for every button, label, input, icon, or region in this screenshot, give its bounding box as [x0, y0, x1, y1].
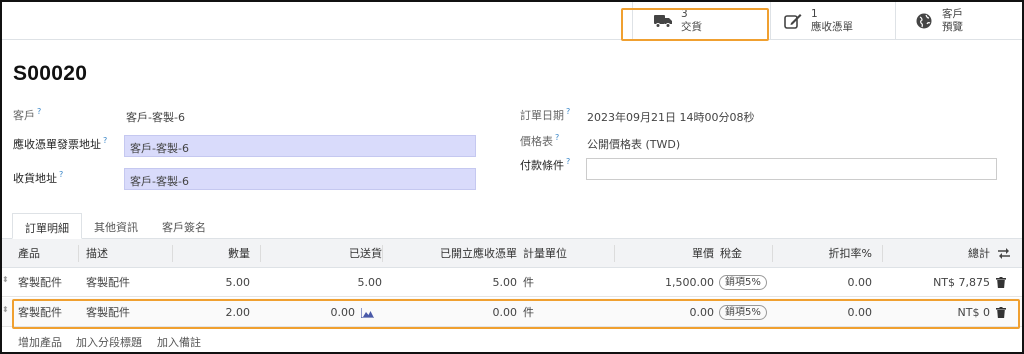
delivery-address-label: 收貨地址?: [13, 170, 64, 185]
col-discount[interactable]: 折扣率%: [772, 239, 872, 268]
tab-customer-signature[interactable]: 客戶簽名: [150, 213, 218, 239]
invoice-count: 1: [811, 8, 818, 20]
col-taxes[interactable]: 稅金: [720, 239, 742, 268]
help-icon[interactable]: ?: [566, 107, 570, 116]
row-uom[interactable]: 件: [523, 268, 534, 297]
invoice-address-label: 應收憑單發票地址?: [13, 136, 108, 151]
row-quantity[interactable]: 5.00: [172, 268, 251, 297]
payment-terms-field[interactable]: [586, 158, 997, 180]
col-description[interactable]: 描述: [86, 239, 108, 268]
tab-other-info[interactable]: 其他資訊: [82, 213, 150, 239]
help-icon[interactable]: ?: [59, 170, 63, 179]
globe-icon: [914, 11, 934, 31]
add-section-link[interactable]: 加入分段標題: [76, 334, 142, 350]
invoice-label: 應收憑單: [811, 21, 853, 33]
preview-label: 預覽: [942, 21, 963, 33]
col-uom[interactable]: 計量單位: [523, 239, 567, 268]
customer-preview-button[interactable]: 客戶 預覽: [895, 2, 1022, 40]
row-product[interactable]: 客製配件: [18, 268, 62, 297]
delivery-address-field[interactable]: 客戶-客製-6: [124, 168, 476, 190]
col-subtotal[interactable]: 總計: [882, 239, 990, 268]
order-date-value[interactable]: 2023年09月21日 14時00分08秒: [587, 109, 754, 125]
help-icon[interactable]: ?: [103, 136, 107, 145]
drag-handle-icon[interactable]: ⬍: [2, 306, 9, 317]
row-unit-price[interactable]: 1,500.00: [614, 268, 714, 297]
invoice-address-field[interactable]: 客戶-客製-6: [124, 135, 476, 157]
col-quantity[interactable]: 數量: [172, 239, 250, 268]
invoice-smart-button[interactable]: 1 應收憑單: [770, 2, 895, 40]
row-description[interactable]: 客製配件: [86, 268, 130, 297]
tab-order-lines[interactable]: 訂單明細: [12, 213, 82, 239]
trash-icon[interactable]: [996, 277, 1006, 289]
add-product-link[interactable]: 增加產品: [18, 334, 62, 350]
row-invoiced: 5.00: [492, 276, 518, 289]
edit-icon: [783, 11, 803, 31]
payment-terms-label: 付款條件?: [520, 157, 571, 172]
col-unit-price[interactable]: 單價: [614, 239, 714, 268]
order-date-label: 訂單日期?: [520, 107, 571, 122]
tax-badge[interactable]: 銷項5%: [719, 275, 767, 290]
notebook-tabs: 訂單明細 其他資訊 客戶簽名: [12, 213, 218, 239]
pricelist-label: 價格表?: [520, 133, 560, 148]
column-settings-icon[interactable]: [998, 248, 1010, 260]
preview-top-label: 客戶: [942, 8, 963, 20]
row-delivered: 5.00: [357, 276, 383, 289]
help-icon[interactable]: ?: [555, 133, 559, 142]
help-icon[interactable]: ?: [566, 157, 570, 166]
col-delivered[interactable]: 已送貨: [262, 239, 382, 268]
row-highlight-box: [12, 299, 1020, 329]
smart-button-bar: 3 交貨 1 應收憑單 客戶 預覽: [2, 2, 1022, 40]
table-row[interactable]: ⬍ 客製配件 客製配件 5.00 5.00 5.00 件 1,500.00 銷項…: [2, 268, 1022, 297]
delivery-highlight-box: [621, 8, 769, 41]
order-lines-header: 產品 描述 數量 已送貨 已開立應收憑單 計量單位 單價 稅金 折扣率% 總計: [2, 239, 1022, 268]
customer-label: 客戶?: [13, 107, 42, 122]
pricelist-value[interactable]: 公開價格表 (TWD): [587, 136, 680, 152]
add-note-link[interactable]: 加入備註: [157, 334, 201, 350]
col-invoiced[interactable]: 已開立應收憑單: [382, 239, 517, 268]
record-title: S00020: [13, 62, 88, 85]
help-icon[interactable]: ?: [37, 107, 41, 116]
col-product[interactable]: 產品: [18, 239, 40, 268]
row-subtotal: NT$ 7,875: [933, 276, 990, 289]
customer-value[interactable]: 客戶-客製-6: [126, 109, 185, 125]
drag-handle-icon[interactable]: ⬍: [2, 276, 9, 287]
row-discount[interactable]: 0.00: [772, 268, 873, 297]
